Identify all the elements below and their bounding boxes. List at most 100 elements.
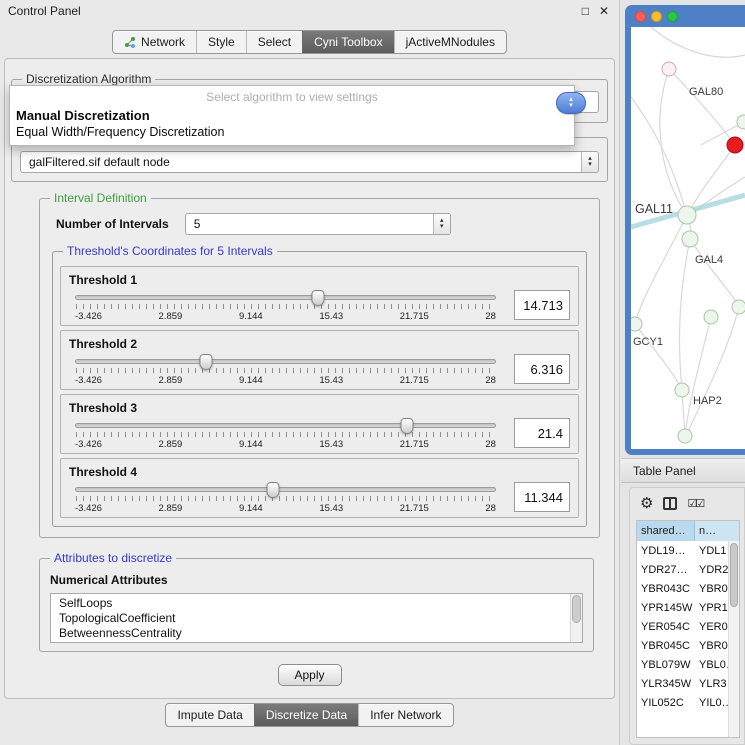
slider-ticks xyxy=(76,496,495,501)
select-rows-icon[interactable]: ☑☑ xyxy=(687,497,703,510)
tab-discretize-data[interactable]: Discretize Data xyxy=(254,704,358,726)
tab-label: Style xyxy=(208,35,235,49)
interval-definition-group: Interval Definition Number of Intervals … xyxy=(39,198,600,538)
tab-label: Cyni Toolbox xyxy=(314,35,382,49)
table-row[interactable]: YIL052CYIL0… xyxy=(637,693,739,712)
threshold-2-value[interactable]: 6.316 xyxy=(514,354,570,384)
float-window-icon[interactable]: □ xyxy=(582,4,589,18)
tab-label: Network xyxy=(141,35,185,49)
node-labels: GAL80 GAL11 GAL4 GCY1 HAP2 xyxy=(633,86,723,407)
slider-thumb[interactable] xyxy=(401,418,414,434)
tab-label: Infer Network xyxy=(370,708,441,722)
tab-style[interactable]: Style xyxy=(196,31,246,53)
table-row[interactable]: YDR27…YDR2… xyxy=(637,560,739,579)
scrollbar-thumb[interactable] xyxy=(730,543,738,607)
attributes-group: Attributes to discretize Numerical Attri… xyxy=(39,558,594,652)
list-item[interactable]: BetweennessCentrality xyxy=(59,626,566,641)
slider-track[interactable] xyxy=(75,295,496,300)
column-header-shared-name[interactable]: shared… xyxy=(637,521,695,541)
scale-tick-label: 2.859 xyxy=(159,439,183,450)
table-data-combobox[interactable]: galFiltered.sif default node ▴▾ xyxy=(20,151,599,173)
table-row[interactable]: YPR145WYPR1… xyxy=(637,598,739,617)
threshold-4-box: Threshold 4 -3.426 2.859 9.144 15.43 xyxy=(60,458,579,518)
table-row[interactable]: YBR045CYBR0… xyxy=(637,636,739,655)
scrollbar-thumb[interactable] xyxy=(572,595,581,623)
slider-track[interactable] xyxy=(75,487,496,492)
node-label: GCY1 xyxy=(633,336,663,348)
slider-scale: -3.426 2.859 9.144 15.43 21.715 28 xyxy=(75,311,496,322)
threshold-1-value[interactable]: 14.713 xyxy=(514,290,570,320)
scale-tick-label: 21.715 xyxy=(400,439,429,450)
tab-label: jActiveMNodules xyxy=(406,35,495,49)
table-row[interactable]: YBR043CYBR0… xyxy=(637,579,739,598)
list-item[interactable]: TopologicalCoefficient xyxy=(59,611,566,626)
control-panel-content: Discretization Algorithm ▴ ▾ Select algo… xyxy=(4,58,615,699)
table-row[interactable]: YER054CYER0… xyxy=(637,617,739,636)
slider-thumb[interactable] xyxy=(311,290,324,306)
threshold-4-slider[interactable]: -3.426 2.859 9.144 15.43 21.715 28 xyxy=(69,480,502,514)
algorithm-combobox-button[interactable]: ▴ ▾ xyxy=(556,92,586,114)
scale-tick-label: 28 xyxy=(485,375,496,386)
attributes-scrollbar[interactable] xyxy=(570,594,582,642)
slider-thumb[interactable] xyxy=(266,482,279,498)
number-of-intervals-combobox[interactable]: 5 ▴▾ xyxy=(185,213,451,235)
zoom-button[interactable] xyxy=(667,11,678,22)
tab-select[interactable]: Select xyxy=(246,31,302,53)
threshold-label: Threshold 4 xyxy=(69,465,570,479)
slider-track[interactable] xyxy=(75,359,496,364)
threshold-4-value[interactable]: 11.344 xyxy=(514,482,570,512)
column-header-name[interactable]: n… xyxy=(695,521,739,541)
tab-label: Select xyxy=(258,35,291,49)
list-item[interactable]: SelfLoops xyxy=(59,596,566,611)
node-label: GAL4 xyxy=(695,254,723,266)
slider-thumb[interactable] xyxy=(199,354,212,370)
network-view-window: GAL80 GAL11 GAL4 GCY1 HAP2 xyxy=(625,5,745,455)
settings-gear-icon[interactable]: ⚙ xyxy=(640,496,653,511)
slider-ticks xyxy=(76,432,495,437)
node-label: GAL11 xyxy=(635,202,673,216)
control-panel-window: Control Panel □ ✕ Network Style Select C… xyxy=(0,0,620,745)
tab-network[interactable]: Network xyxy=(113,31,196,53)
tab-jactivemnodules[interactable]: jActiveMNodules xyxy=(394,31,506,53)
tab-infer-network[interactable]: Infer Network xyxy=(358,704,452,726)
table-panel-title: Table Panel xyxy=(633,464,696,478)
node-table[interactable]: shared… n… YDL19…YDL1… YDR27…YDR2… YBR04… xyxy=(636,520,740,738)
table-row[interactable]: YDL19…YDL1… xyxy=(637,541,739,560)
scale-tick-label: -3.426 xyxy=(75,503,102,514)
dropdown-option-manual[interactable]: Manual Discretization xyxy=(10,107,574,124)
toggle-columns-icon[interactable] xyxy=(663,497,677,510)
close-button[interactable] xyxy=(635,11,646,22)
scale-tick-label: 2.859 xyxy=(159,311,183,322)
threshold-1-slider[interactable]: -3.426 2.859 9.144 15.43 21.715 28 xyxy=(69,288,502,322)
network-canvas[interactable]: GAL80 GAL11 GAL4 GCY1 HAP2 xyxy=(631,27,745,449)
slider-scale: -3.426 2.859 9.144 15.43 21.715 28 xyxy=(75,503,496,514)
network-node xyxy=(678,429,692,443)
threshold-label: Threshold 2 xyxy=(69,337,570,351)
table-row[interactable]: YLR345WYLR3… xyxy=(637,674,739,693)
slider-scale: -3.426 2.859 9.144 15.43 21.715 28 xyxy=(75,439,496,450)
threshold-2-slider[interactable]: -3.426 2.859 9.144 15.43 21.715 28 xyxy=(69,352,502,386)
scale-tick-label: 9.144 xyxy=(239,311,263,322)
table-scrollbar[interactable] xyxy=(728,541,739,737)
scale-tick-label: 9.144 xyxy=(239,439,263,450)
dropdown-option-equal-width[interactable]: Equal Width/Frequency Discretization xyxy=(10,124,574,140)
network-node xyxy=(631,317,642,331)
table-row[interactable]: YBL079WYBL0… xyxy=(637,655,739,674)
slider-track[interactable] xyxy=(75,423,496,428)
minimize-button[interactable] xyxy=(651,11,662,22)
attributes-list[interactable]: SelfLoops TopologicalCoefficient Between… xyxy=(50,593,583,643)
close-window-icon[interactable]: ✕ xyxy=(599,4,609,18)
scale-tick-label: 15.43 xyxy=(319,375,343,386)
scale-tick-label: 15.43 xyxy=(319,311,343,322)
slider-ticks xyxy=(76,368,495,373)
apply-button[interactable]: Apply xyxy=(278,664,342,686)
network-icon xyxy=(124,36,136,48)
threshold-3-slider[interactable]: -3.426 2.859 9.144 15.43 21.715 28 xyxy=(69,416,502,450)
tab-cyni-toolbox[interactable]: Cyni Toolbox xyxy=(302,31,393,53)
tab-impute-data[interactable]: Impute Data xyxy=(166,704,253,726)
scale-tick-label: 2.859 xyxy=(159,503,183,514)
scale-tick-label: 2.859 xyxy=(159,375,183,386)
threshold-3-value[interactable]: 21.4 xyxy=(514,418,570,448)
scale-tick-label: -3.426 xyxy=(75,375,102,386)
threshold-2-box: Threshold 2 -3.426 2.859 9.144 15.43 xyxy=(60,330,579,390)
